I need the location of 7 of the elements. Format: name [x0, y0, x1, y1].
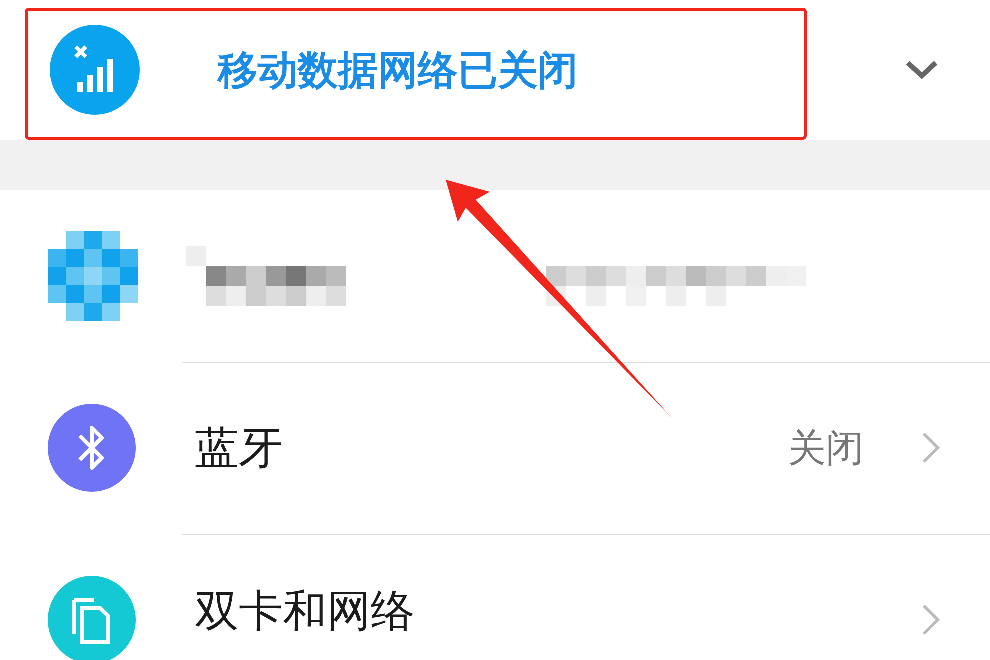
- mobile-data-off-icon: [50, 25, 140, 115]
- bluetooth-status: 关闭: [788, 424, 864, 472]
- bluetooth-label[interactable]: 蓝牙: [195, 418, 788, 478]
- pixelated-icon: [48, 231, 138, 321]
- dual-sim-label[interactable]: 双卡和网络: [195, 582, 912, 641]
- bluetooth-icon: [48, 404, 136, 492]
- notice-title: 移动数据网络已关闭: [218, 46, 579, 96]
